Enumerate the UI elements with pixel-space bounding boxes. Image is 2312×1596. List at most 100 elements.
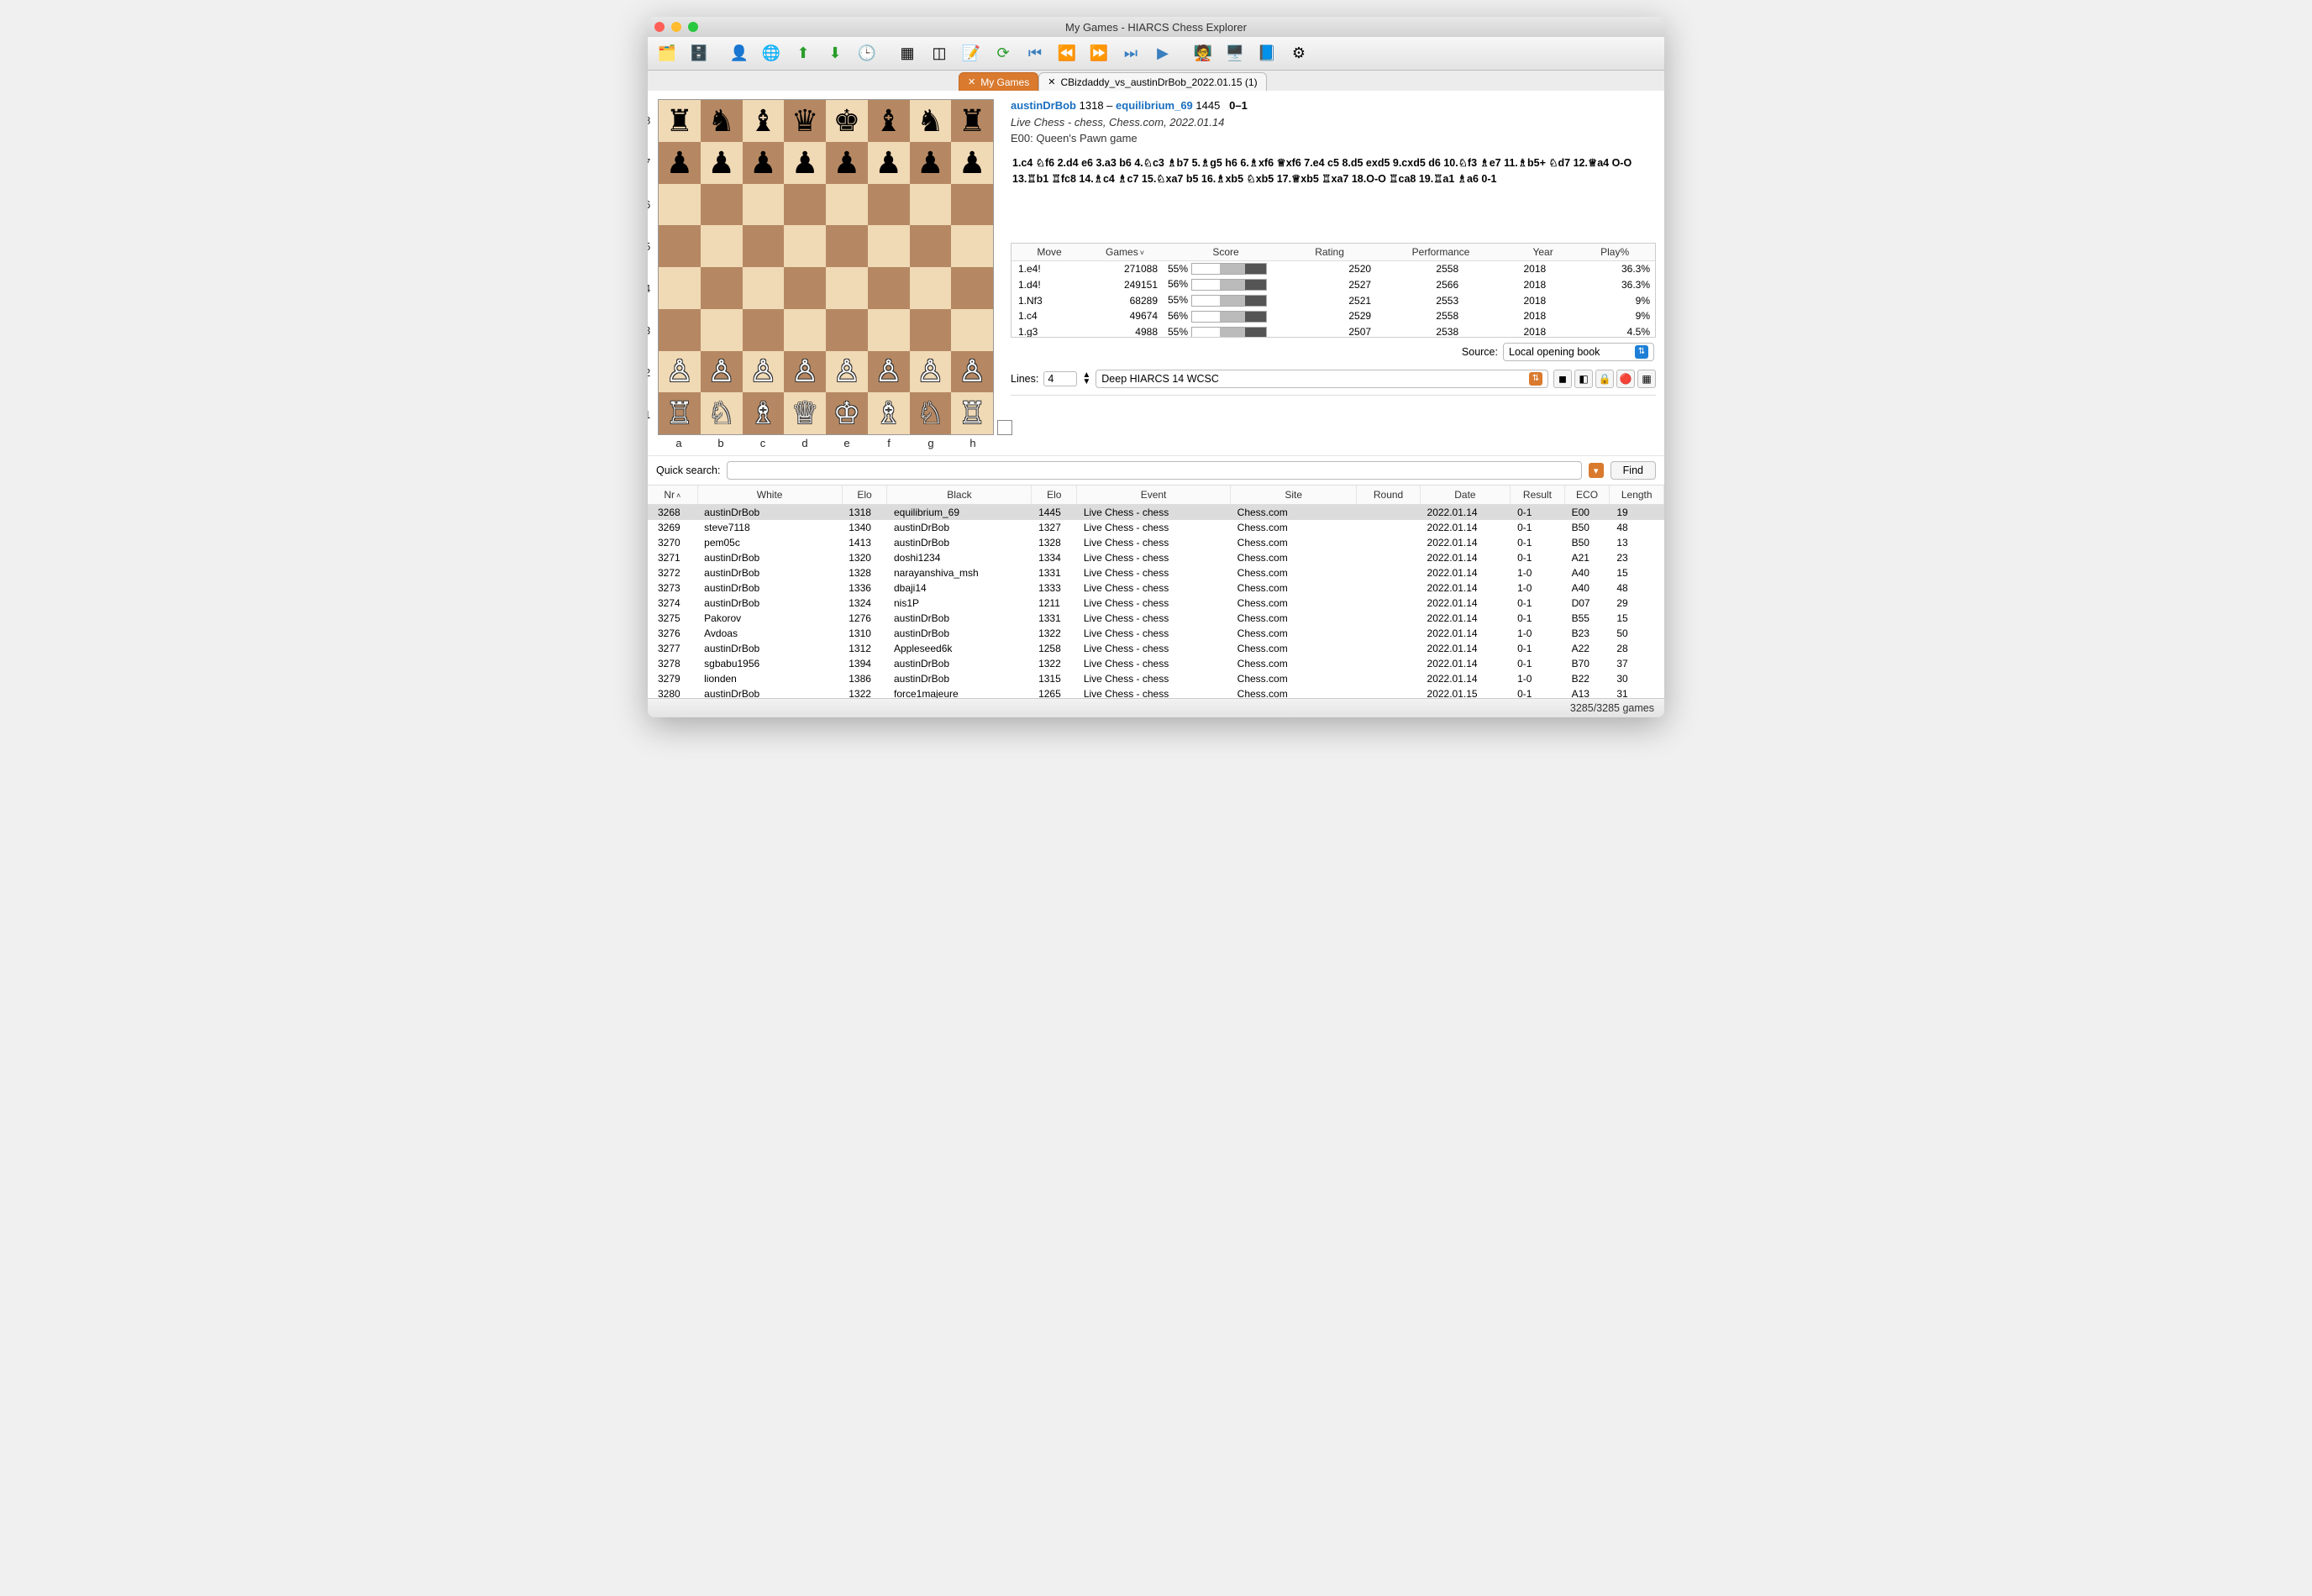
square[interactable]: ♙ xyxy=(784,351,826,393)
col-length[interactable]: Length xyxy=(1610,486,1664,505)
square[interactable] xyxy=(910,267,952,309)
col-move[interactable]: Move xyxy=(1012,244,1087,261)
square[interactable]: ♔ xyxy=(826,392,868,434)
board-setup-icon[interactable]: ◫ xyxy=(925,39,954,68)
square[interactable]: ♛ xyxy=(784,100,826,142)
square[interactable] xyxy=(743,267,785,309)
engine-color-icon[interactable]: 🔴 xyxy=(1616,370,1635,388)
square[interactable]: ♗ xyxy=(743,392,785,434)
square[interactable]: ♖ xyxy=(951,392,993,434)
coach-icon[interactable]: 🧑‍🏫 xyxy=(1189,39,1217,68)
square[interactable]: ♘ xyxy=(910,392,952,434)
square[interactable]: ♙ xyxy=(743,351,785,393)
square[interactable]: ♟ xyxy=(868,142,910,184)
square[interactable]: ♞ xyxy=(701,100,743,142)
nav-first-icon[interactable]: ⏮ xyxy=(1021,39,1049,68)
game-row[interactable]: 3270pem05c1413austinDrBob1328Live Chess … xyxy=(648,535,1664,550)
square[interactable]: ♟ xyxy=(826,142,868,184)
engine-select[interactable]: Deep HIARCS 14 WCSC ⇅ xyxy=(1096,370,1548,388)
square[interactable] xyxy=(784,184,826,226)
close-window[interactable] xyxy=(654,22,665,32)
square[interactable] xyxy=(910,225,952,267)
engine-stop-icon[interactable]: ◼ xyxy=(1553,370,1572,388)
player-find-icon[interactable]: 👤 xyxy=(725,39,754,68)
opening-row[interactable]: 1.e4! 271088 55% 25202558201836.3% xyxy=(1012,261,1655,277)
close-tab-icon[interactable]: ✕ xyxy=(968,76,975,87)
game-row[interactable]: 3277austinDrBob1312Appleseed6k1258Live C… xyxy=(648,641,1664,656)
game-row[interactable]: 3278sgbabu19561394austinDrBob1322Live Ch… xyxy=(648,656,1664,671)
square[interactable]: ♙ xyxy=(826,351,868,393)
player-online-icon[interactable]: 🌐 xyxy=(757,39,786,68)
col-date[interactable]: Date xyxy=(1420,486,1511,505)
square[interactable]: ♗ xyxy=(868,392,910,434)
arrow-down-icon[interactable]: ⬇ xyxy=(821,39,849,68)
col-nr[interactable]: Nr˄ xyxy=(648,486,697,505)
square[interactable] xyxy=(784,267,826,309)
arrow-up-icon[interactable]: ⬆ xyxy=(789,39,817,68)
white-player[interactable]: austinDrBob xyxy=(1011,99,1076,112)
lines-stepper[interactable]: 4 xyxy=(1043,371,1077,386)
col-site[interactable]: Site xyxy=(1230,486,1357,505)
square[interactable]: ♖ xyxy=(659,392,701,434)
square[interactable] xyxy=(701,225,743,267)
square[interactable]: ♝ xyxy=(743,100,785,142)
opening-row[interactable]: 1.d4! 249151 56% 25272566201836.3% xyxy=(1012,276,1655,292)
square[interactable]: ♟ xyxy=(743,142,785,184)
clock-icon[interactable]: 🕒 xyxy=(853,39,881,68)
col-score[interactable]: Score xyxy=(1163,244,1289,261)
square[interactable] xyxy=(659,309,701,351)
opening-row[interactable]: 1.c4 49674 56% 2529255820189% xyxy=(1012,308,1655,324)
game-row[interactable]: 3271austinDrBob1320doshi12341334Live Che… xyxy=(648,550,1664,565)
db-open-icon[interactable]: 🗄️ xyxy=(685,39,713,68)
col-event[interactable]: Event xyxy=(1077,486,1231,505)
minimize-window[interactable] xyxy=(671,22,681,32)
game-row[interactable]: 3279lionden1386austinDrBob1315Live Chess… xyxy=(648,671,1664,686)
move-list[interactable]: 1.c4 ♘f6 2.d4 e6 3.a3 b6 4.♘c3 ♗b7 5.♗g5… xyxy=(1011,150,1656,243)
square[interactable]: ♟ xyxy=(951,142,993,184)
col-elo2[interactable]: Elo xyxy=(1032,486,1077,505)
square[interactable]: ♙ xyxy=(701,351,743,393)
square[interactable] xyxy=(784,309,826,351)
square[interactable]: ♙ xyxy=(659,351,701,393)
search-input[interactable] xyxy=(727,461,1581,480)
square[interactable]: ♟ xyxy=(659,142,701,184)
square[interactable]: ♘ xyxy=(701,392,743,434)
square[interactable] xyxy=(868,184,910,226)
square[interactable]: ♚ xyxy=(826,100,868,142)
square[interactable] xyxy=(951,184,993,226)
square[interactable] xyxy=(951,309,993,351)
opening-row[interactable]: 1.g3 4988 55% 2507253820184.5% xyxy=(1012,324,1655,337)
square[interactable] xyxy=(784,225,826,267)
tab-my-games[interactable]: ✕ My Games xyxy=(959,72,1038,91)
find-button[interactable]: Find xyxy=(1611,461,1656,480)
engine-lock-icon[interactable]: 🔒 xyxy=(1595,370,1614,388)
square[interactable]: ♟ xyxy=(784,142,826,184)
col-elo1[interactable]: Elo xyxy=(842,486,887,505)
square[interactable] xyxy=(868,267,910,309)
nav-next-icon[interactable]: ⏩ xyxy=(1085,39,1113,68)
close-tab-icon[interactable]: ✕ xyxy=(1048,76,1055,87)
nav-prev-icon[interactable]: ⏪ xyxy=(1053,39,1081,68)
game-row[interactable]: 3269steve71181340austinDrBob1327Live Che… xyxy=(648,520,1664,535)
col-perf[interactable]: Performance xyxy=(1370,244,1511,261)
square[interactable]: ♟ xyxy=(701,142,743,184)
server-icon[interactable]: 🖥️ xyxy=(1221,39,1249,68)
chessboard[interactable]: ♜♞♝♛♚♝♞♜♟♟♟♟♟♟♟♟♙♙♙♙♙♙♙♙♖♘♗♕♔♗♘♖ xyxy=(658,99,994,435)
square[interactable] xyxy=(951,267,993,309)
nav-last-icon[interactable]: ⏭ xyxy=(1117,39,1145,68)
square[interactable] xyxy=(743,184,785,226)
zoom-window[interactable] xyxy=(688,22,698,32)
col-black[interactable]: Black xyxy=(887,486,1032,505)
square[interactable] xyxy=(826,225,868,267)
annotate-icon[interactable]: 📝 xyxy=(957,39,985,68)
col-eco[interactable]: ECO xyxy=(1564,486,1610,505)
square[interactable] xyxy=(868,309,910,351)
gear-icon[interactable]: ⚙ xyxy=(1285,39,1313,68)
game-row[interactable]: 3276Avdoas1310austinDrBob1322Live Chess … xyxy=(648,626,1664,641)
source-select[interactable]: Local opening book ⇅ xyxy=(1503,343,1654,361)
game-row[interactable]: 3274austinDrBob1324nis1P1211Live Chess -… xyxy=(648,596,1664,611)
square[interactable]: ♟ xyxy=(910,142,952,184)
nav-play-icon[interactable]: ▶ xyxy=(1148,39,1177,68)
square[interactable]: ♙ xyxy=(868,351,910,393)
tab-game[interactable]: ✕ CBizdaddy_vs_austinDrBob_2022.01.15 (1… xyxy=(1038,72,1266,91)
